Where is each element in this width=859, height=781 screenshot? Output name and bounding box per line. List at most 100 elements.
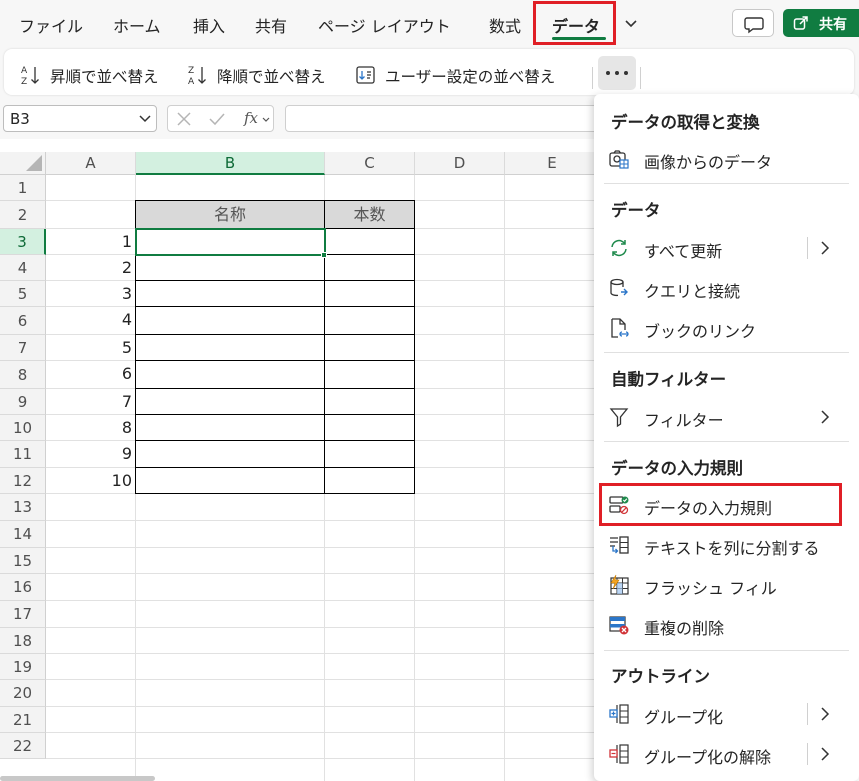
chevron-right-icon[interactable] — [817, 238, 833, 258]
column-header-a[interactable]: A — [46, 152, 136, 175]
share-icon — [793, 16, 808, 30]
active-cell[interactable] — [135, 228, 326, 256]
flash-fill-icon — [610, 574, 629, 595]
table-cell-name[interactable] — [135, 280, 325, 307]
chevron-right-icon[interactable] — [817, 744, 833, 764]
enter-check-icon[interactable] — [208, 111, 226, 127]
table-cell-count[interactable] — [324, 254, 415, 281]
menu-item-ungroup[interactable]: グループ化の解除 — [600, 737, 850, 771]
table-cell-count[interactable] — [324, 280, 415, 307]
menu-bar: ファイル ホーム 挿入 共有 ページ レイアウト 数式 データ 共有 — [0, 0, 859, 46]
sort-descending-button[interactable]: Z A 降順で並べ替え — [187, 64, 347, 86]
submenu-separator — [807, 743, 808, 765]
menu-item-label: グループ化 — [644, 708, 724, 727]
row-header-15[interactable]: 15 — [0, 548, 46, 574]
row-number-value: 5 — [121, 338, 132, 357]
table-cell-count[interactable] — [324, 388, 415, 415]
row-header-7[interactable]: 7 — [0, 335, 46, 361]
row-header-9[interactable]: 9 — [0, 389, 46, 415]
row-header-18[interactable]: 18 — [0, 628, 46, 654]
more-options-button[interactable] — [598, 56, 636, 90]
table-cell-count[interactable] — [324, 228, 415, 255]
custom-sort-button[interactable]: ユーザー設定の並べ替え — [355, 64, 585, 86]
table-cell-name[interactable] — [135, 254, 325, 281]
row-header-17[interactable]: 17 — [0, 601, 46, 628]
table-cell-name[interactable] — [135, 360, 325, 389]
menu-item-text-to-columns[interactable]: テキストを列に分割する — [600, 528, 850, 562]
table-cell-count[interactable] — [324, 306, 415, 335]
column-header-d[interactable]: D — [415, 152, 505, 175]
tab-share[interactable]: 共有 — [255, 13, 287, 37]
column-header-b[interactable]: B — [136, 152, 325, 175]
row-header-14[interactable]: 14 — [0, 521, 46, 548]
fill-handle[interactable] — [321, 252, 327, 258]
comments-button[interactable] — [732, 9, 774, 37]
menu-item-remove-duplicates[interactable]: 重複の削除 — [600, 608, 850, 642]
menu-item-flash-fill[interactable]: フラッシュ フィル — [600, 568, 850, 602]
tab-formulas[interactable]: 数式 — [489, 13, 521, 37]
table-cell-name[interactable] — [135, 467, 325, 494]
row-header-21[interactable]: 21 — [0, 707, 46, 733]
menu-item-queries-connections[interactable]: クエリと接続 — [600, 271, 850, 305]
menu-item-filter[interactable]: フィルター — [600, 400, 850, 434]
share-button[interactable]: 共有 — [783, 9, 859, 37]
table-cell-count[interactable] — [324, 334, 415, 361]
formula-input[interactable] — [285, 105, 615, 132]
row-header-11[interactable]: 11 — [0, 441, 46, 468]
row-header-3[interactable]: 3 — [0, 229, 46, 255]
tab-home[interactable]: ホーム — [113, 13, 161, 37]
grid-line — [46, 627, 600, 628]
sort-ascending-button[interactable]: A Z 昇順で並べ替え — [20, 64, 180, 86]
table-cell-name[interactable] — [135, 306, 325, 335]
row-header-1[interactable]: 1 — [0, 175, 46, 201]
select-all-corner[interactable] — [0, 152, 46, 175]
menu-heading-autofilter: 自動フィルター — [611, 370, 727, 389]
column-header-c[interactable]: C — [325, 152, 415, 175]
column-header-e[interactable]: E — [505, 152, 600, 175]
insert-function-icon[interactable]: fx — [244, 109, 258, 127]
menu-item-refresh-all[interactable]: すべて更新 — [600, 231, 850, 265]
chevron-right-icon[interactable] — [817, 407, 833, 427]
row-header-22[interactable]: 22 — [0, 733, 46, 759]
remove-duplicates-icon — [609, 616, 629, 635]
row-header-10[interactable]: 10 — [0, 415, 46, 441]
tab-data[interactable]: データ — [552, 13, 600, 37]
cancel-icon[interactable] — [176, 111, 192, 127]
horizontal-scrollbar[interactable] — [0, 776, 155, 781]
row-header-16[interactable]: 16 — [0, 574, 46, 601]
row-header-13[interactable]: 13 — [0, 494, 46, 521]
chevron-right-icon[interactable] — [817, 704, 833, 724]
row-header-5[interactable]: 5 — [0, 281, 46, 307]
table-cell-count[interactable] — [324, 467, 415, 494]
comment-icon — [744, 17, 764, 34]
row-header-8[interactable]: 8 — [0, 361, 46, 389]
row-header-6[interactable]: 6 — [0, 307, 46, 335]
menu-item-group[interactable]: グループ化 — [600, 697, 850, 731]
row-header-19[interactable]: 19 — [0, 654, 46, 680]
table-cell-name[interactable] — [135, 388, 325, 415]
table-cell-name[interactable] — [135, 334, 325, 361]
table-cell-name[interactable] — [135, 440, 325, 468]
chevron-down-icon[interactable] — [138, 113, 152, 125]
menu-item-data-from-picture[interactable]: 画像からのデータ — [600, 142, 850, 176]
spreadsheet-grid[interactable]: A B C D E 1 2 3 4 5 6 7 8 9 10 11 12 13 14 15 16 17 18 19 2… — [0, 139, 600, 781]
menu-item-data-validation[interactable]: データの入力規則 — [600, 488, 850, 522]
more-dots-icon — [606, 71, 610, 75]
table-cell-count[interactable] — [324, 360, 415, 389]
tab-insert[interactable]: 挿入 — [193, 13, 225, 37]
row-header-2[interactable]: 2 — [0, 201, 46, 229]
table-cell-name[interactable] — [135, 414, 325, 441]
tab-file[interactable]: ファイル — [19, 13, 83, 37]
table-cell-count[interactable] — [324, 440, 415, 468]
name-box[interactable]: B3 — [3, 105, 157, 132]
table-cell-count[interactable] — [324, 414, 415, 441]
more-dots-icon — [615, 71, 619, 75]
row-header-4[interactable]: 4 — [0, 255, 46, 281]
menu-item-label: 重複の削除 — [644, 619, 725, 638]
menu-item-workbook-links[interactable]: ブックのリンク — [600, 311, 850, 345]
chevron-down-icon[interactable] — [262, 117, 270, 123]
row-header-12[interactable]: 12 — [0, 468, 46, 494]
row-header-20[interactable]: 20 — [0, 680, 46, 707]
chevron-down-icon[interactable] — [622, 14, 640, 32]
tab-page-layout[interactable]: ページ レイアウト — [318, 13, 451, 37]
